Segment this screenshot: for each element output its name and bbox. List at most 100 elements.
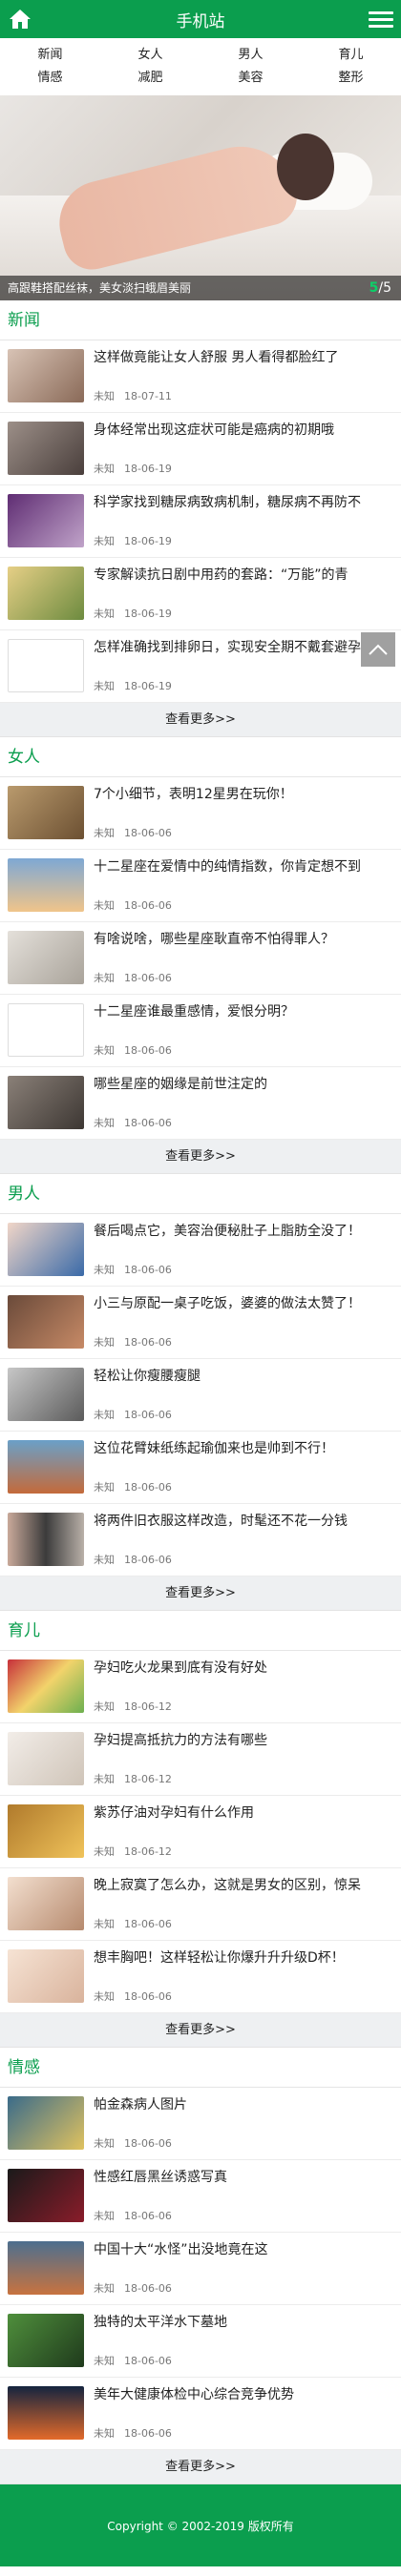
- list-item[interactable]: 孕妇提高抵抗力的方法有哪些 未知 18-06-12: [0, 1723, 401, 1796]
- menu-icon[interactable]: [369, 8, 393, 31]
- list-item[interactable]: 哪些星座的姻缘是前世注定的 未知 18-06-06: [0, 1067, 401, 1140]
- list-item[interactable]: 有啥说啥，哪些星座耿直帝不怕得罪人？ 未知 18-06-06: [0, 922, 401, 995]
- article-title[interactable]: 性感红唇黑丝诱惑写真: [94, 2169, 393, 2186]
- view-more-button[interactable]: 查看更多>>: [0, 1577, 401, 1611]
- thumbnail-image[interactable]: [8, 858, 84, 912]
- article-date: 18-06-19: [124, 608, 172, 620]
- thumbnail-image[interactable]: [8, 2241, 84, 2295]
- thumbnail-image[interactable]: [8, 639, 84, 692]
- section-title[interactable]: 新闻: [0, 300, 401, 340]
- article-title[interactable]: 怎样准确找到排卵日，实现安全期不戴套避孕: [94, 639, 393, 656]
- article-title[interactable]: 餐后喝点它，美容治便秘肚子上脂肪全没了！: [94, 1223, 393, 1240]
- thumbnail-image[interactable]: [8, 1513, 84, 1566]
- article-title[interactable]: 中国十大“水怪”出没地竟在这: [94, 2241, 393, 2258]
- article-title[interactable]: 小三与原配一桌子吃饭，婆婆的做法太赞了！: [94, 1295, 393, 1312]
- list-item[interactable]: 专家解读抗日剧中用药的套路：“万能”的青 未知 18-06-19: [0, 558, 401, 630]
- article-title[interactable]: 轻松让你瘦腰瘦腿: [94, 1368, 393, 1385]
- nav-link[interactable]: 育儿: [301, 44, 401, 67]
- article-title[interactable]: 孕妇提高抵抗力的方法有哪些: [94, 1732, 393, 1749]
- view-more-button[interactable]: 查看更多>>: [0, 1140, 401, 1174]
- section-title[interactable]: 男人: [0, 1174, 401, 1214]
- thumbnail-image[interactable]: [8, 1368, 84, 1421]
- nav-link[interactable]: 减肥: [100, 67, 200, 90]
- thumbnail-image[interactable]: [8, 1804, 84, 1858]
- list-item[interactable]: 十二星座在爱情中的纯情指数，你肯定想不到 未知 18-06-06: [0, 850, 401, 922]
- article-title[interactable]: 有啥说啥，哪些星座耿直帝不怕得罪人？: [94, 931, 393, 948]
- list-item[interactable]: 科学家找到糖尿病致病机制，糖尿病不再防不 未知 18-06-19: [0, 485, 401, 558]
- thumbnail-image[interactable]: [8, 1440, 84, 1494]
- thumbnail-image[interactable]: [8, 1659, 84, 1713]
- list-item[interactable]: 怎样准确找到排卵日，实现安全期不戴套避孕 未知 18-06-19: [0, 630, 401, 703]
- article-title[interactable]: 想丰胸吧！这样轻松让你爆升升升级D杯！: [94, 1949, 393, 1967]
- article-title[interactable]: 专家解读抗日剧中用药的套路：“万能”的青: [94, 567, 393, 584]
- section-title[interactable]: 育儿: [0, 1611, 401, 1651]
- article-title[interactable]: 帕金森病人图片: [94, 2096, 393, 2113]
- thumbnail-image[interactable]: [8, 1877, 84, 1930]
- thumbnail-image[interactable]: [8, 1223, 84, 1276]
- list-item[interactable]: 孕妇吃火龙果到底有没有好处 未知 18-06-12: [0, 1651, 401, 1723]
- thumbnail-image[interactable]: [8, 2314, 84, 2367]
- nav-link[interactable]: 女人: [100, 44, 200, 67]
- thumbnail-image[interactable]: [8, 1949, 84, 2003]
- list-item[interactable]: 中国十大“水怪”出没地竟在这 未知 18-06-06: [0, 2233, 401, 2305]
- list-item[interactable]: 这样做竟能让女人舒服 男人看得都脸红了 未知 18-07-11: [0, 340, 401, 413]
- home-icon[interactable]: [8, 7, 32, 31]
- list-item[interactable]: 晚上寂寞了怎么办，这就是男女的区别，惊呆 未知 18-06-06: [0, 1868, 401, 1941]
- list-item[interactable]: 轻松让你瘦腰瘦腿 未知 18-06-06: [0, 1359, 401, 1432]
- thumbnail-image[interactable]: [8, 567, 84, 620]
- thumbnail-image[interactable]: [8, 422, 84, 475]
- article-title[interactable]: 晚上寂寞了怎么办，这就是男女的区别，惊呆: [94, 1877, 393, 1894]
- thumbnail-image[interactable]: [8, 2169, 84, 2222]
- thumbnail-image[interactable]: [8, 931, 84, 984]
- article-title[interactable]: 这位花臂妹纸练起瑜伽来也是帅到不行！: [94, 1440, 393, 1457]
- list-item[interactable]: 餐后喝点它，美容治便秘肚子上脂肪全没了！ 未知 18-06-06: [0, 1214, 401, 1287]
- view-more-button[interactable]: 查看更多>>: [0, 703, 401, 737]
- article-title[interactable]: 美年大健康体检中心综合竞争优势: [94, 2386, 393, 2403]
- thumbnail-image[interactable]: [8, 1076, 84, 1129]
- article-title[interactable]: 将两件旧衣服这样改造，时髦还不花一分钱: [94, 1513, 393, 1530]
- section-title[interactable]: 女人: [0, 737, 401, 777]
- thumbnail-image[interactable]: [8, 2096, 84, 2150]
- list-item[interactable]: 将两件旧衣服这样改造，时髦还不花一分钱 未知 18-06-06: [0, 1504, 401, 1577]
- thumbnail-image[interactable]: [8, 786, 84, 839]
- thumbnail-image[interactable]: [8, 1295, 84, 1349]
- thumbnail-image[interactable]: [8, 1003, 84, 1057]
- article-title[interactable]: 哪些星座的姻缘是前世注定的: [94, 1076, 393, 1093]
- list-item[interactable]: 十二星座谁最重感情，爱恨分明？ 未知 18-06-06: [0, 995, 401, 1067]
- article-title[interactable]: 这样做竟能让女人舒服 男人看得都脸红了: [94, 349, 393, 366]
- list-item[interactable]: 这位花臂妹纸练起瑜伽来也是帅到不行！ 未知 18-06-06: [0, 1432, 401, 1504]
- article-meta: 未知 18-06-06: [94, 825, 393, 840]
- nav-link[interactable]: 美容: [200, 67, 301, 90]
- article-title[interactable]: 科学家找到糖尿病致病机制，糖尿病不再防不: [94, 494, 393, 511]
- list-item[interactable]: 身体经常出现这症状可能是癌病的初期哦 未知 18-06-19: [0, 413, 401, 485]
- list-item[interactable]: 小三与原配一桌子吃饭，婆婆的做法太赞了！ 未知 18-06-06: [0, 1287, 401, 1359]
- nav-link[interactable]: 新闻: [0, 44, 100, 67]
- article-title[interactable]: 7个小细节，表明12星男在玩你！: [94, 786, 393, 803]
- nav-link[interactable]: 整形: [301, 67, 401, 90]
- article-title[interactable]: 身体经常出现这症状可能是癌病的初期哦: [94, 422, 393, 439]
- view-more-button[interactable]: 查看更多>>: [0, 2450, 401, 2484]
- thumbnail-image[interactable]: [8, 1732, 84, 1785]
- article-title[interactable]: 独特的太平洋水下墓地: [94, 2314, 393, 2331]
- section-title[interactable]: 情感: [0, 2048, 401, 2088]
- article-title[interactable]: 紫苏仔油对孕妇有什么作用: [94, 1804, 393, 1822]
- list-item[interactable]: 性感红唇黑丝诱惑写真 未知 18-06-06: [0, 2160, 401, 2233]
- view-more-button[interactable]: 查看更多>>: [0, 2013, 401, 2048]
- list-item[interactable]: 美年大健康体检中心综合竞争优势 未知 18-06-06: [0, 2378, 401, 2450]
- thumbnail-image[interactable]: [8, 2386, 84, 2440]
- list-item[interactable]: 7个小细节，表明12星男在玩你！ 未知 18-06-06: [0, 777, 401, 850]
- article-title[interactable]: 孕妇吃火龙果到底有没有好处: [94, 1659, 393, 1677]
- banner-slider[interactable]: 高跟鞋搭配丝袜，美女淡扫蛾眉美丽 5/5: [0, 95, 401, 300]
- back-to-top-button[interactable]: [361, 632, 395, 667]
- list-item[interactable]: 独特的太平洋水下墓地 未知 18-06-06: [0, 2305, 401, 2378]
- list-item[interactable]: 想丰胸吧！这样轻松让你爆升升升级D杯！ 未知 18-06-06: [0, 1941, 401, 2013]
- nav-link[interactable]: 情感: [0, 67, 100, 90]
- list-item[interactable]: 紫苏仔油对孕妇有什么作用 未知 18-06-12: [0, 1796, 401, 1868]
- article-date: 18-06-12: [124, 1773, 172, 1785]
- thumbnail-image[interactable]: [8, 349, 84, 402]
- article-title[interactable]: 十二星座在爱情中的纯情指数，你肯定想不到: [94, 858, 393, 876]
- nav-link[interactable]: 男人: [200, 44, 301, 67]
- thumbnail-image[interactable]: [8, 494, 84, 547]
- list-item[interactable]: 帕金森病人图片 未知 18-06-06: [0, 2088, 401, 2160]
- article-title[interactable]: 十二星座谁最重感情，爱恨分明？: [94, 1003, 393, 1020]
